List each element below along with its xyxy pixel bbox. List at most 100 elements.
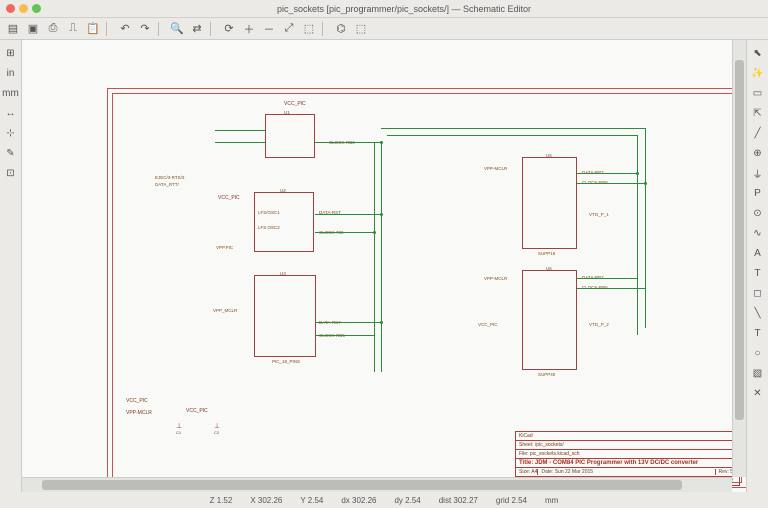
- wire: [381, 142, 382, 372]
- suppl18: SUPP18: [538, 251, 555, 256]
- units-mm-button[interactable]: mm: [2, 84, 20, 102]
- plot-button[interactable]: ⎍: [64, 20, 82, 38]
- import-sheet-pin-tool[interactable]: ╲: [749, 304, 767, 322]
- schematic-canvas[interactable]: U1 VCC_PIC CLOCK-RB6 U2 LFS/OSC1 LFS.OSC…: [22, 40, 746, 492]
- junction: [380, 321, 383, 324]
- tb-kicad: KiCad: [516, 432, 739, 440]
- status-grid: grid 2.54: [496, 496, 527, 505]
- place-power-tool[interactable]: ⇱: [749, 104, 767, 122]
- component-u2[interactable]: [254, 192, 314, 252]
- rst-b: DATA_RTT/: [155, 182, 179, 187]
- paste-button[interactable]: 📋: [84, 20, 102, 38]
- wire: [577, 183, 645, 184]
- undo-button[interactable]: ↶: [116, 20, 134, 38]
- wire: [315, 335, 375, 336]
- status-zoom: Z 1.52: [210, 496, 233, 505]
- tb-size-date-rev: Size: A4 Date: Sun 22 Mar 2015 Rev: 5: [516, 467, 739, 476]
- find-button[interactable]: 🔍: [168, 20, 186, 38]
- status-y: Y 2.54: [300, 496, 323, 505]
- global-label-tool[interactable]: A: [749, 244, 767, 262]
- wire: [215, 142, 265, 143]
- wire: [577, 278, 637, 279]
- component-u6[interactable]: [522, 270, 577, 370]
- force-hv-button[interactable]: ⊡: [2, 164, 20, 182]
- hier-label-tool[interactable]: T: [749, 264, 767, 282]
- tb-size: Size: A4: [519, 469, 537, 475]
- sheet-settings-button[interactable]: ▣: [24, 20, 42, 38]
- refresh-button[interactable]: ⟳: [220, 20, 238, 38]
- page-border-inner: [112, 93, 742, 483]
- main-toolbar: ▤ ▣ ⎙ ⎍ 📋 ↶ ↷ 🔍 ⇄ ⟳ ＋ － ⤢ ⬚ ⌬ ⬚: [0, 18, 768, 40]
- vcc-pic-bottom: VCC_PIC: [126, 398, 148, 404]
- statusbar: Z 1.52 X 302.26 Y 2.54 dx 302.26 dy 2.54…: [0, 492, 768, 508]
- component-u5[interactable]: [522, 157, 577, 249]
- grid-toggle-button[interactable]: ⊞: [2, 44, 20, 62]
- delete-tool[interactable]: ✕: [749, 384, 767, 402]
- bus-entry-tool[interactable]: ⏚: [749, 164, 767, 182]
- wire: [577, 288, 645, 289]
- print-button[interactable]: ⎙: [44, 20, 62, 38]
- zoom-selection-button[interactable]: ⬚: [300, 20, 318, 38]
- cursor-shape-button[interactable]: ↔: [2, 104, 20, 122]
- leave-sheet-button[interactable]: ⬚: [352, 20, 370, 38]
- toolbar-sep-4: [322, 22, 328, 36]
- highlight-net-tool[interactable]: ✨: [749, 64, 767, 82]
- image-tool[interactable]: ▧: [749, 364, 767, 382]
- zoom-in-button[interactable]: ＋: [240, 20, 258, 38]
- horizontal-scrollbar[interactable]: [22, 477, 732, 492]
- save-button[interactable]: ▤: [4, 20, 22, 38]
- bus-tool[interactable]: ⊕: [749, 144, 767, 162]
- no-connect-tool[interactable]: P: [749, 184, 767, 202]
- wire: [374, 142, 375, 372]
- lfs-osc1: LFS/OSC1: [258, 210, 280, 215]
- ref-u5: U5: [546, 153, 552, 158]
- wire: [645, 128, 646, 328]
- component-u1[interactable]: [265, 114, 315, 158]
- cap-c2[interactable]: ⊥C2: [214, 422, 220, 435]
- suppl40: SUPP40: [538, 372, 555, 377]
- zoom-out-button[interactable]: －: [260, 20, 278, 38]
- line-tool[interactable]: ○: [749, 344, 767, 362]
- place-symbol-tool[interactable]: ▭: [749, 84, 767, 102]
- wire: [577, 173, 637, 174]
- hidden-pins-button[interactable]: ⊹: [2, 124, 20, 142]
- status-dy: dy 2.54: [394, 496, 420, 505]
- window-controls: [6, 4, 41, 13]
- tb-date: Date: Sun 22 Mar 2015: [537, 469, 714, 475]
- junction: [644, 182, 647, 185]
- hierarchy-button[interactable]: ⌬: [332, 20, 350, 38]
- zoom-fit-button[interactable]: ⤢: [280, 20, 298, 38]
- titlebar: pic_sockets [pic_programmer/pic_sockets/…: [0, 0, 768, 18]
- wire-tool[interactable]: ╱: [749, 124, 767, 142]
- maximize-icon[interactable]: [32, 4, 41, 13]
- window-title: pic_sockets [pic_programmer/pic_sockets/…: [46, 4, 762, 14]
- wire: [315, 214, 382, 215]
- redo-button[interactable]: ↷: [136, 20, 154, 38]
- wire: [315, 322, 382, 323]
- component-u3[interactable]: [254, 275, 316, 357]
- minimize-icon[interactable]: [19, 4, 28, 13]
- toolbar-sep-3: [210, 22, 216, 36]
- vertical-scrollbar[interactable]: [732, 40, 746, 477]
- right-toolbar: ⬉ ✨ ▭ ⇱ ╱ ⊕ ⏚ P ⊙ ∿ A T ◻ ╲ T ○ ▧ ✕: [746, 40, 768, 492]
- pic18-label: PIC_18_PINS: [272, 359, 300, 364]
- ref-u2: U2: [280, 188, 286, 193]
- close-icon[interactable]: [6, 4, 15, 13]
- select-tool[interactable]: ⬉: [749, 44, 767, 62]
- units-in-button[interactable]: in: [2, 64, 20, 82]
- junction-tool[interactable]: ⊙: [749, 204, 767, 222]
- sheet-tool[interactable]: ◻: [749, 284, 767, 302]
- vtgp2: VTG_P_2: [589, 322, 609, 327]
- vcc-pic-label-u2: VCC_PIC: [218, 195, 240, 201]
- left-toolbar: ⊞ in mm ↔ ⊹ ✎ ⊡: [0, 40, 22, 492]
- label-tool[interactable]: ∿: [749, 224, 767, 242]
- vcc-pic-cap: VCC_PIC: [186, 408, 208, 414]
- cap-c1[interactable]: ⊥C1: [176, 422, 182, 435]
- text-tool[interactable]: T: [749, 324, 767, 342]
- junction: [373, 231, 376, 234]
- ref-u6: U6: [546, 266, 552, 271]
- vpp-mclr-u6: VPP-MCLR: [484, 276, 507, 281]
- free-angle-button[interactable]: ✎: [2, 144, 20, 162]
- replace-button[interactable]: ⇄: [188, 20, 206, 38]
- wire: [381, 128, 646, 129]
